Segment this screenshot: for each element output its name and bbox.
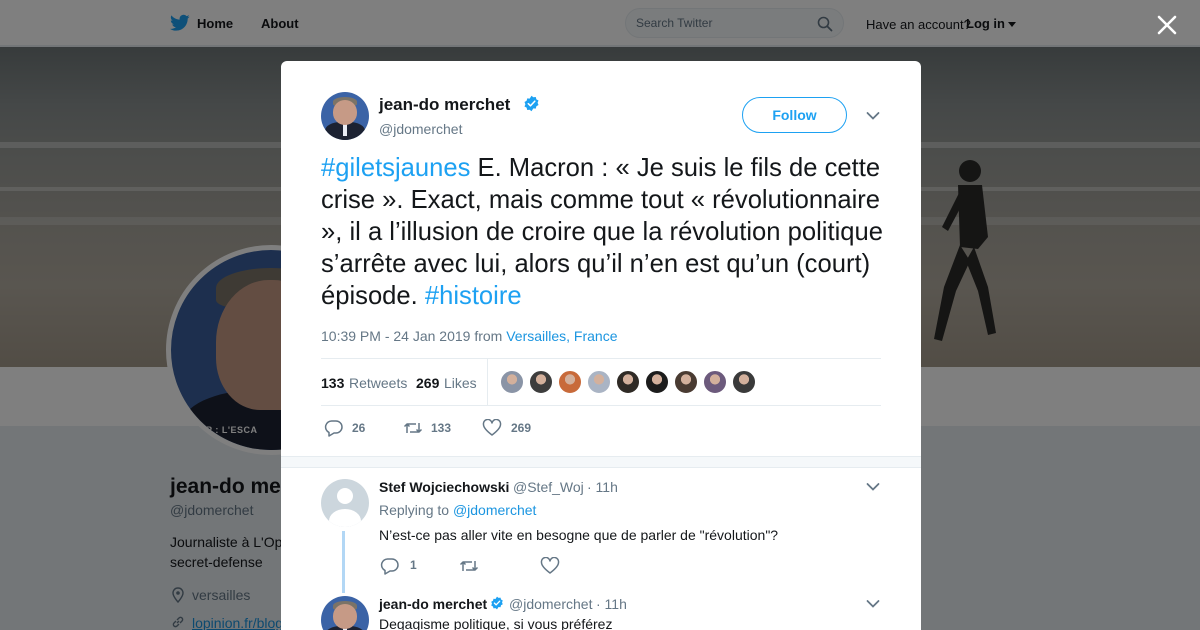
reply-author-name[interactable]: jean-do merchet xyxy=(379,596,487,612)
reply-time[interactable]: · 11h xyxy=(587,479,618,495)
liker-avatar[interactable] xyxy=(500,370,524,394)
reply-count: 1 xyxy=(410,558,417,572)
replying-to-handle[interactable]: @jdomerchet xyxy=(453,502,536,518)
liker-avatar[interactable] xyxy=(587,370,611,394)
likes-count[interactable]: 269 xyxy=(416,375,439,391)
retweet-count: 133 xyxy=(431,421,452,435)
tweet-metadata: 10:39 PM - 24 Jan 2019 from Versailles, … xyxy=(321,328,618,344)
like-count: 269 xyxy=(511,421,532,435)
thread-line xyxy=(342,531,345,593)
retweet-icon[interactable] xyxy=(403,419,423,437)
author-handle[interactable]: @jdomerchet xyxy=(379,121,462,137)
liker-avatar[interactable] xyxy=(703,370,727,394)
chevron-down-icon[interactable] xyxy=(866,111,880,121)
liker-avatar[interactable] xyxy=(529,370,553,394)
reply-author-avatar[interactable] xyxy=(321,596,369,630)
replies-separator xyxy=(281,456,921,468)
reply-author-handle[interactable]: @Stef_Woj xyxy=(513,479,584,495)
verified-badge-icon xyxy=(524,95,539,112)
reply-avatar-default[interactable] xyxy=(321,479,369,527)
chevron-down-icon[interactable] xyxy=(866,599,880,609)
tweet-stats: 133 Retweets 269 Likes xyxy=(321,358,881,406)
reply-text: N’est-ce pas aller vite en besogne que d… xyxy=(379,527,779,543)
close-icon[interactable] xyxy=(1156,14,1178,36)
from-label: from xyxy=(474,328,503,344)
reply-author-handle[interactable]: @jdomerchet xyxy=(509,596,592,612)
tweet-actions: 26 133 269 xyxy=(321,418,881,438)
reply-icon[interactable] xyxy=(324,419,344,437)
chevron-down-icon[interactable] xyxy=(866,482,880,492)
follow-button[interactable]: Follow xyxy=(742,97,847,133)
reply-icon[interactable] xyxy=(380,557,400,575)
heart-icon[interactable] xyxy=(540,557,560,575)
stats-divider xyxy=(487,359,488,405)
hashtag-link[interactable]: #histoire xyxy=(425,282,522,310)
retweet-icon[interactable] xyxy=(459,557,479,575)
reply-author-name[interactable]: Stef Wojciechowski xyxy=(379,479,509,495)
tweet-permalink-modal: jean-do merchet @jdomerchet Follow #gile… xyxy=(281,61,921,630)
replying-to: Replying to @jdomerchet xyxy=(379,502,536,518)
hashtag-link[interactable]: #giletsjaunes xyxy=(321,154,470,182)
author-name[interactable]: jean-do merchet xyxy=(379,95,510,115)
heart-icon[interactable] xyxy=(482,419,502,437)
liker-avatar[interactable] xyxy=(732,370,756,394)
reply-time[interactable]: · 11h xyxy=(596,596,627,612)
liker-avatar[interactable] xyxy=(558,370,582,394)
reply-count: 26 xyxy=(352,421,366,435)
tweet-text: #giletsjaunes E. Macron : « Je suis le f… xyxy=(321,152,886,312)
liker-avatar[interactable] xyxy=(645,370,669,394)
retweets-label[interactable]: Retweets xyxy=(349,375,407,391)
author-avatar[interactable] xyxy=(321,92,369,140)
tweet-place-link[interactable]: Versailles, France xyxy=(506,328,617,344)
likes-label[interactable]: Likes xyxy=(444,375,477,391)
retweets-count[interactable]: 133 xyxy=(321,375,344,391)
verified-badge-icon xyxy=(491,596,503,610)
tweet-timestamp[interactable]: 10:39 PM - 24 Jan 2019 xyxy=(321,328,470,344)
liker-avatar[interactable] xyxy=(616,370,640,394)
replying-to-label: Replying to xyxy=(379,502,450,518)
reply-text: Degagisme politique, si vous préférez xyxy=(379,616,613,630)
liker-avatar[interactable] xyxy=(674,370,698,394)
